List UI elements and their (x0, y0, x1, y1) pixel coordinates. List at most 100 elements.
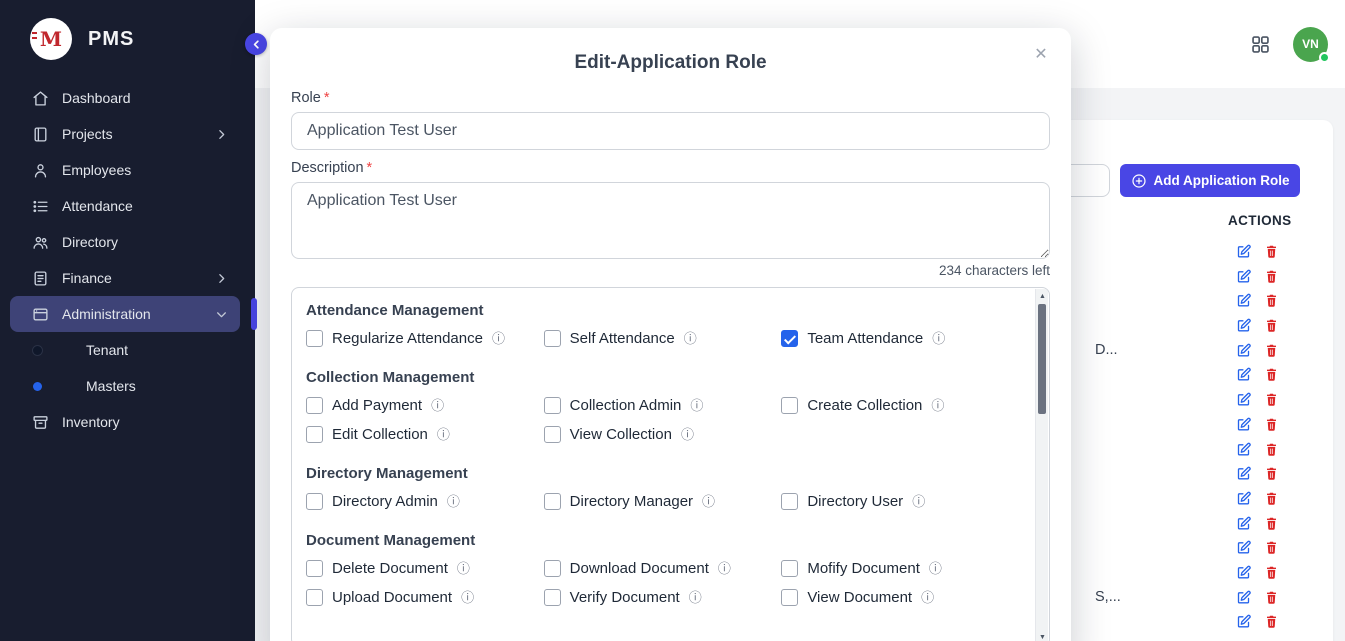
checkbox[interactable] (306, 589, 323, 606)
permission-regularize-attendance[interactable]: Regularize Attendanceⓘ (306, 330, 544, 347)
edit-icon[interactable] (1236, 491, 1251, 506)
checkbox[interactable] (544, 426, 561, 443)
permission-mofify-document[interactable]: Mofify Documentⓘ (781, 560, 1019, 577)
edit-icon[interactable] (1236, 367, 1251, 382)
edit-icon[interactable] (1236, 590, 1251, 605)
checkbox[interactable] (544, 589, 561, 606)
edit-icon[interactable] (1236, 614, 1251, 629)
info-icon[interactable]: ⓘ (437, 428, 450, 441)
checkbox[interactable] (306, 560, 323, 577)
scroll-up-arrow[interactable]: ▲ (1036, 290, 1049, 303)
sidebar-item-projects[interactable]: Projects (10, 116, 240, 152)
delete-icon[interactable] (1264, 614, 1279, 629)
permissions-scrollbar[interactable]: ▲ ▼ (1035, 289, 1048, 641)
info-icon[interactable]: ⓘ (492, 332, 505, 345)
checkbox[interactable] (306, 493, 323, 510)
info-icon[interactable]: ⓘ (690, 399, 703, 412)
permission-create-collection[interactable]: Create Collectionⓘ (781, 397, 1019, 414)
permission-directory-manager[interactable]: Directory Managerⓘ (544, 493, 782, 510)
sidebar-item-employees[interactable]: Employees (10, 152, 240, 188)
sidebar-item-dashboard[interactable]: Dashboard (10, 80, 240, 116)
apps-grid-icon[interactable] (1250, 34, 1271, 55)
add-application-role-button[interactable]: Add Application Role (1120, 164, 1300, 197)
delete-icon[interactable] (1264, 417, 1279, 432)
edit-icon[interactable] (1236, 392, 1251, 407)
permission-team-attendance[interactable]: Team Attendanceⓘ (781, 330, 1019, 347)
info-icon[interactable]: ⓘ (681, 428, 694, 441)
info-icon[interactable]: ⓘ (684, 332, 697, 345)
checkbox[interactable] (306, 330, 323, 347)
edit-icon[interactable] (1236, 269, 1251, 284)
checkbox[interactable] (781, 397, 798, 414)
close-icon[interactable]: ✕ (1029, 42, 1053, 66)
permission-view-document[interactable]: View Documentⓘ (781, 589, 1019, 606)
edit-icon[interactable] (1236, 516, 1251, 531)
permission-view-collection[interactable]: View Collectionⓘ (544, 426, 782, 443)
permission-upload-document[interactable]: Upload Documentⓘ (306, 589, 544, 606)
info-icon[interactable]: ⓘ (718, 562, 731, 575)
delete-icon[interactable] (1264, 516, 1279, 531)
edit-icon[interactable] (1236, 417, 1251, 432)
scroll-down-arrow[interactable]: ▼ (1036, 631, 1049, 641)
delete-icon[interactable] (1264, 318, 1279, 333)
checkbox[interactable] (306, 397, 323, 414)
sidebar-item-inventory[interactable]: Inventory (10, 404, 240, 440)
user-avatar[interactable]: VN (1293, 27, 1328, 62)
info-icon[interactable]: ⓘ (931, 399, 944, 412)
delete-icon[interactable] (1264, 392, 1279, 407)
delete-icon[interactable] (1264, 343, 1279, 358)
checkbox[interactable] (544, 493, 561, 510)
permission-self-attendance[interactable]: Self Attendanceⓘ (544, 330, 782, 347)
info-icon[interactable]: ⓘ (929, 562, 942, 575)
info-icon[interactable]: ⓘ (447, 495, 460, 508)
sidebar-item-attendance[interactable]: Attendance (10, 188, 240, 224)
edit-icon[interactable] (1236, 244, 1251, 259)
permission-verify-document[interactable]: Verify Documentⓘ (544, 589, 782, 606)
sidebar-item-finance[interactable]: Finance (10, 260, 240, 296)
sidebar-item-directory[interactable]: Directory (10, 224, 240, 260)
info-icon[interactable]: ⓘ (457, 562, 470, 575)
info-icon[interactable]: ⓘ (431, 399, 444, 412)
permission-directory-admin[interactable]: Directory Adminⓘ (306, 493, 544, 510)
info-icon[interactable]: ⓘ (932, 332, 945, 345)
delete-icon[interactable] (1264, 269, 1279, 284)
delete-icon[interactable] (1264, 590, 1279, 605)
permission-download-document[interactable]: Download Documentⓘ (544, 560, 782, 577)
delete-icon[interactable] (1264, 293, 1279, 308)
delete-icon[interactable] (1264, 491, 1279, 506)
permission-delete-document[interactable]: Delete Documentⓘ (306, 560, 544, 577)
checkbox[interactable] (781, 493, 798, 510)
description-textarea[interactable]: Application Test User (291, 182, 1050, 259)
permission-add-payment[interactable]: Add Paymentⓘ (306, 397, 544, 414)
info-icon[interactable]: ⓘ (461, 591, 474, 604)
delete-icon[interactable] (1264, 442, 1279, 457)
checkbox[interactable] (781, 589, 798, 606)
checkbox[interactable] (306, 426, 323, 443)
permission-directory-user[interactable]: Directory Userⓘ (781, 493, 1019, 510)
delete-icon[interactable] (1264, 540, 1279, 555)
scrollbar-thumb[interactable] (1038, 304, 1046, 414)
sidebar-item-administration[interactable]: Administration (10, 296, 240, 332)
checkbox-checked[interactable] (781, 330, 798, 347)
edit-icon[interactable] (1236, 343, 1251, 358)
info-icon[interactable]: ⓘ (912, 495, 925, 508)
sidebar-collapse-button[interactable] (245, 33, 267, 55)
sidebar-item-tenant[interactable]: Tenant (0, 332, 255, 368)
role-input[interactable] (291, 112, 1050, 150)
edit-icon[interactable] (1236, 540, 1251, 555)
edit-icon[interactable] (1236, 442, 1251, 457)
delete-icon[interactable] (1264, 244, 1279, 259)
edit-icon[interactable] (1236, 318, 1251, 333)
info-icon[interactable]: ⓘ (702, 495, 715, 508)
checkbox[interactable] (544, 560, 561, 577)
delete-icon[interactable] (1264, 565, 1279, 580)
checkbox[interactable] (544, 397, 561, 414)
permission-collection-admin[interactable]: Collection Adminⓘ (544, 397, 782, 414)
info-icon[interactable]: ⓘ (689, 591, 702, 604)
edit-icon[interactable] (1236, 565, 1251, 580)
edit-icon[interactable] (1236, 466, 1251, 481)
info-icon[interactable]: ⓘ (921, 591, 934, 604)
sidebar-item-masters[interactable]: Masters (0, 368, 255, 404)
delete-icon[interactable] (1264, 367, 1279, 382)
delete-icon[interactable] (1264, 466, 1279, 481)
